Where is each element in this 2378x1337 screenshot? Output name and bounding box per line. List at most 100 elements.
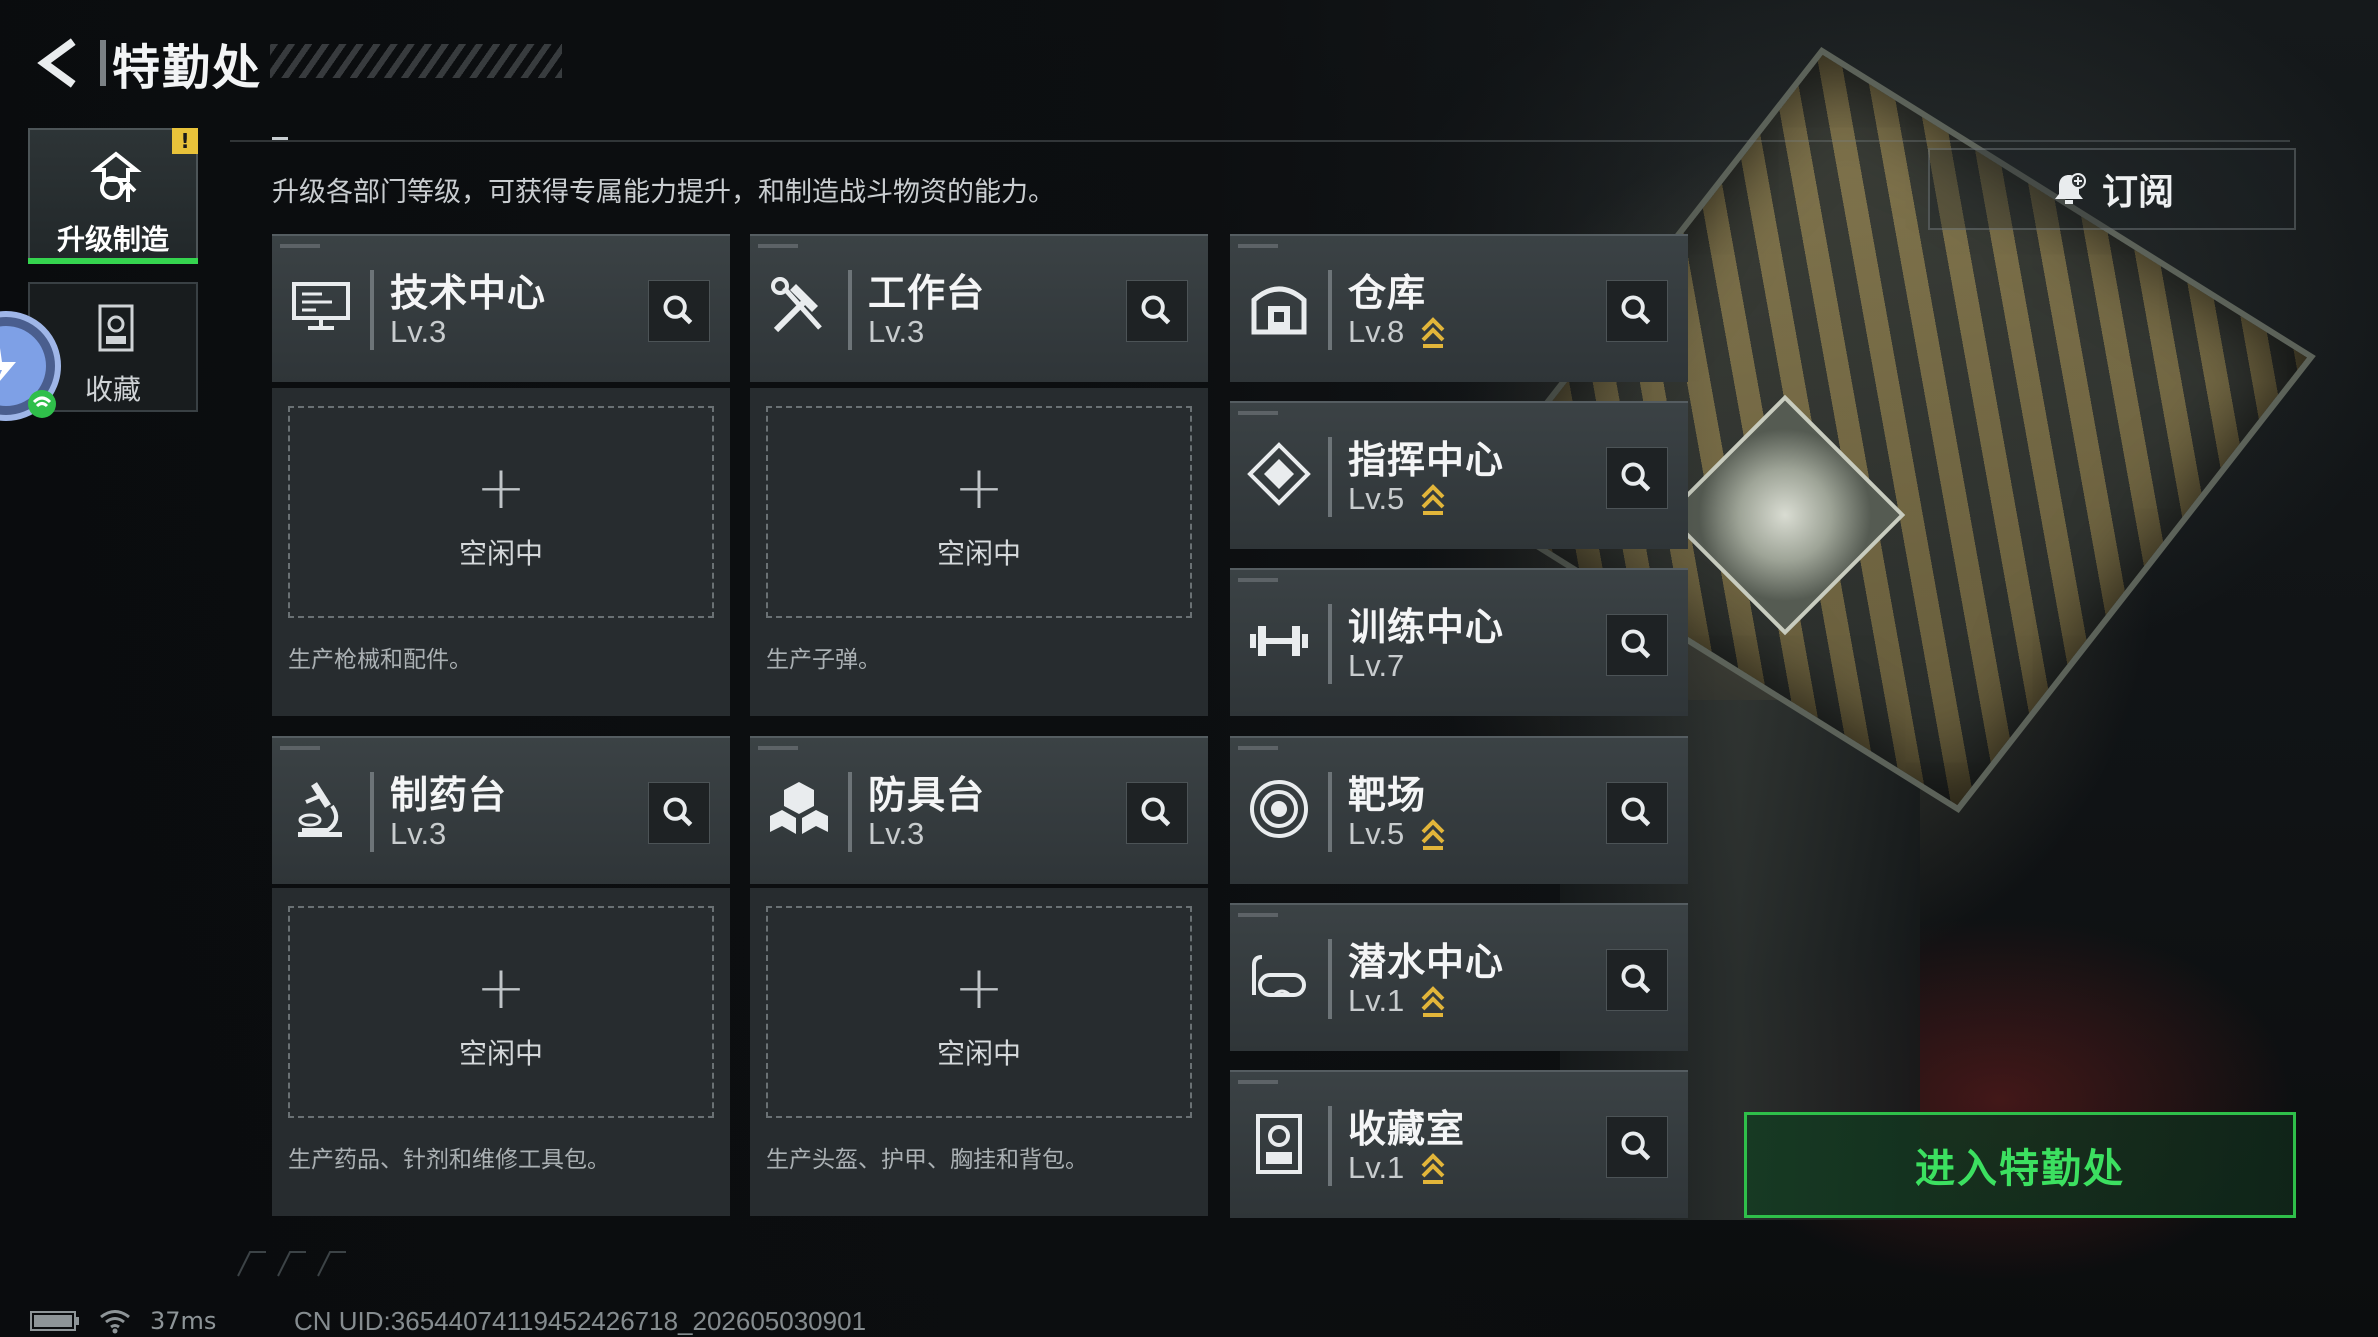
subscribe-label: 订阅 — [2101, 172, 2174, 213]
department-card-tech-center[interactable]: 技术中心 Lv.3 — [272, 234, 730, 382]
department-level: Lv.3 — [868, 314, 925, 349]
department-name: 制药台 — [390, 773, 508, 817]
search-icon[interactable] — [1606, 949, 1668, 1011]
department-name: 收藏室 — [1348, 1107, 1466, 1151]
card-corner-mark — [280, 244, 320, 248]
upgrade-arrow-icon — [1421, 819, 1445, 850]
card-separator — [1328, 604, 1332, 684]
floating-assistant-icon[interactable] — [0, 300, 64, 432]
department-card-collection-room[interactable]: 收藏室 Lv.1 — [1230, 1070, 1688, 1218]
card-separator — [1328, 437, 1332, 517]
department-level: Lv.7 — [1348, 648, 1405, 683]
department-card-shooting-range[interactable]: 靶场 Lv.5 — [1230, 736, 1688, 884]
card-separator — [1328, 772, 1332, 852]
header-divider-mark — [272, 137, 288, 140]
add-production-button[interactable]: + 空闲中 — [288, 406, 714, 618]
card-corner-mark — [1238, 411, 1278, 415]
armor-icon — [770, 782, 828, 834]
department-level: Lv.5 — [1348, 481, 1405, 516]
production-slot-armor-bench: + 空闲中 生产头盔、护甲、胸挂和背包。 — [750, 888, 1208, 1216]
department-name: 防具台 — [868, 773, 986, 817]
add-production-button[interactable]: + 空闲中 — [288, 906, 714, 1118]
bottom-decoration — [237, 1251, 346, 1277]
department-card-dive-center[interactable]: 潜水中心 Lv.1 — [1230, 903, 1688, 1051]
collection-icon — [1256, 1114, 1302, 1174]
plus-icon: + — [475, 953, 527, 1023]
upgrade-arrow-icon — [1421, 1153, 1445, 1184]
enter-special-ops-button[interactable]: 进入特勤处 — [1744, 1112, 2296, 1218]
slot-description: 生产枪械和配件。 — [288, 647, 472, 673]
department-level: Lv.1 — [1348, 1150, 1405, 1185]
card-corner-mark — [1238, 746, 1278, 750]
department-card-command-center[interactable]: 指挥中心 Lv.5 — [1230, 401, 1688, 549]
dive-mask-icon — [1252, 955, 1306, 997]
production-slot-tech-center: + 空闲中 生产枪械和配件。 — [272, 388, 730, 716]
ping-value: 37ms — [150, 1307, 217, 1335]
computer-icon — [292, 282, 350, 330]
upgrade-arrow-icon — [1421, 986, 1445, 1017]
warning-badge: ! — [172, 128, 198, 154]
add-production-button[interactable]: + 空闲中 — [766, 406, 1192, 618]
search-icon[interactable] — [1606, 280, 1668, 342]
search-icon[interactable] — [1606, 447, 1668, 509]
search-icon[interactable] — [1606, 782, 1668, 844]
department-level: Lv.1 — [1348, 983, 1405, 1018]
department-card-warehouse[interactable]: 仓库 Lv.8 — [1230, 234, 1688, 382]
department-level: Lv.5 — [1348, 816, 1405, 851]
slot-description: 生产药品、针剂和维修工具包。 — [288, 1147, 610, 1173]
department-card-armor-bench[interactable]: 防具台 Lv.3 — [750, 736, 1208, 884]
search-icon[interactable] — [648, 280, 710, 342]
slot-status: 空闲中 — [458, 1037, 543, 1070]
upgrade-arrow-icon — [1421, 484, 1445, 515]
search-icon[interactable] — [1126, 280, 1188, 342]
card-separator — [370, 772, 374, 852]
card-separator — [1328, 270, 1332, 350]
plus-icon: + — [953, 453, 1005, 523]
tools-icon — [771, 277, 822, 333]
department-level: Lv.3 — [390, 816, 447, 851]
production-slot-workbench: + 空闲中 生产子弹。 — [750, 388, 1208, 716]
search-icon[interactable] — [1126, 782, 1188, 844]
microscope-icon — [298, 782, 342, 837]
search-icon[interactable] — [1606, 614, 1668, 676]
card-separator — [848, 270, 852, 350]
target-icon — [1250, 780, 1308, 838]
card-corner-mark — [1238, 1080, 1278, 1084]
card-corner-mark — [280, 746, 320, 750]
department-name: 潜水中心 — [1348, 940, 1505, 984]
department-level: Lv.8 — [1348, 314, 1405, 349]
department-card-training-center[interactable]: 训练中心 Lv.7 — [1230, 568, 1688, 716]
production-slot-pharmacy: + 空闲中 生产药品、针剂和维修工具包。 — [272, 888, 730, 1216]
slot-description: 生产子弹。 — [766, 647, 881, 673]
back-arrow-icon[interactable] — [30, 38, 90, 88]
add-production-button[interactable]: + 空闲中 — [766, 906, 1192, 1118]
department-card-workbench[interactable]: 工作台 Lv.3 — [750, 234, 1208, 382]
plus-icon: + — [953, 953, 1005, 1023]
department-name: 工作台 — [868, 271, 986, 315]
card-separator — [1328, 939, 1332, 1019]
title-separator — [100, 40, 106, 86]
warehouse-icon — [1251, 286, 1307, 335]
title-decoration — [270, 44, 562, 78]
card-separator — [370, 270, 374, 350]
card-corner-mark — [1238, 578, 1278, 582]
department-name: 指挥中心 — [1348, 438, 1505, 482]
enter-button-label: 进入特勤处 — [1915, 1146, 2125, 1192]
search-icon[interactable] — [648, 782, 710, 844]
card-separator — [1328, 1106, 1332, 1186]
page-description: 升级各部门等级，可获得专属能力提升，和制造战斗物资的能力。 — [272, 177, 1055, 208]
card-corner-mark — [758, 746, 798, 750]
subscribe-button[interactable]: 订阅 — [1928, 148, 2296, 230]
slot-status: 空闲中 — [458, 537, 543, 570]
display-case-icon — [98, 304, 134, 352]
user-uid: CN UID:36544074119452426718_202605030901 — [294, 1306, 867, 1336]
search-icon[interactable] — [1606, 1116, 1668, 1178]
department-level: Lv.3 — [390, 314, 447, 349]
department-name: 技术中心 — [390, 271, 547, 315]
card-separator — [848, 772, 852, 852]
department-name: 仓库 — [1348, 271, 1427, 315]
department-card-pharmacy[interactable]: 制药台 Lv.3 — [272, 736, 730, 884]
status-bar: 37ms — [30, 1306, 216, 1336]
card-corner-mark — [758, 244, 798, 248]
battery-icon — [30, 1311, 79, 1331]
